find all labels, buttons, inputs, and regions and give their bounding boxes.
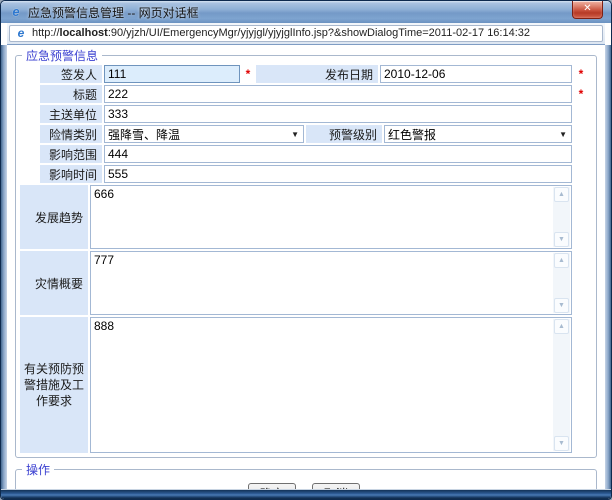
field-row-category-level: 险情类别 强降雪、降温 ▼ 预警级别 红色警报 ▼ xyxy=(20,125,588,143)
textarea-scrollbar[interactable]: ▲ ▼ xyxy=(553,319,570,451)
ok-button[interactable]: 确定 xyxy=(248,483,296,489)
url-text: http://localhost:90/yjzh/UI/EmergencyMgr… xyxy=(32,27,530,39)
address-bar: e http://localhost:90/yjzh/UI/EmergencyM… xyxy=(7,23,605,45)
field-row-disaster-summary: 灾情概要 777 ▲ ▼ xyxy=(20,251,588,315)
field-row-issuer-date: 签发人 * 发布日期 * xyxy=(20,65,588,83)
main-recipient-label: 主送单位 xyxy=(40,105,102,123)
scroll-up-icon[interactable]: ▲ xyxy=(554,253,569,268)
field-row-impact-scope: 影响范围 xyxy=(20,145,588,163)
scroll-up-icon[interactable]: ▲ xyxy=(554,319,569,334)
publish-date-label: 发布日期 xyxy=(256,65,378,83)
prevention-measures-value: 888 xyxy=(94,319,551,451)
warning-level-value: 红色警报 xyxy=(388,126,436,143)
impact-time-label: 影响时间 xyxy=(40,165,102,183)
actions-fieldset: 操作 确定 取消 xyxy=(15,461,597,489)
impact-scope-input[interactable] xyxy=(104,145,572,163)
title-input[interactable] xyxy=(104,85,572,103)
title-required-marker: * xyxy=(574,85,588,103)
prevention-measures-label: 有关预防预警措施及工作要求 xyxy=(20,317,88,453)
prevention-measures-textarea[interactable]: 888 ▲ ▼ xyxy=(90,317,572,453)
field-row-title: 标题 * xyxy=(20,85,588,103)
window-frame: 应急预警信息 签发人 * 发布日期 * 标题 xyxy=(1,45,611,489)
field-row-development-trend: 发展趋势 666 ▲ ▼ xyxy=(20,185,588,249)
disaster-summary-label: 灾情概要 xyxy=(20,251,88,315)
scroll-down-icon[interactable]: ▼ xyxy=(554,298,569,313)
warning-level-label: 预警级别 xyxy=(306,125,382,143)
actions-legend: 操作 xyxy=(22,461,54,478)
danger-category-label: 险情类别 xyxy=(40,125,102,143)
publish-date-input[interactable] xyxy=(380,65,572,83)
publish-date-required-marker: * xyxy=(574,65,588,83)
field-row-impact-time: 影响时间 xyxy=(20,165,588,183)
chevron-down-icon: ▼ xyxy=(291,126,299,142)
scroll-up-icon[interactable]: ▲ xyxy=(554,187,569,202)
ie-icon: e xyxy=(14,26,28,40)
field-row-prevention-measures: 有关预防预警措施及工作要求 888 ▲ ▼ xyxy=(20,317,588,453)
impact-scope-label: 影响范围 xyxy=(40,145,102,163)
title-bar: e 应急预警信息管理 -- 网页对话框 ✕ xyxy=(1,1,611,23)
textarea-scrollbar[interactable]: ▲ ▼ xyxy=(553,187,570,247)
close-button[interactable]: ✕ xyxy=(572,1,603,19)
disaster-summary-value: 777 xyxy=(94,253,551,313)
ie-icon: e xyxy=(9,5,23,19)
development-trend-value: 666 xyxy=(94,187,551,247)
issuer-required-marker: * xyxy=(242,65,254,83)
warning-info-legend: 应急预警信息 xyxy=(22,47,102,64)
danger-category-select[interactable]: 强降雪、降温 ▼ xyxy=(104,125,304,143)
window-bottom-border xyxy=(1,489,611,499)
url-prefix: http:// xyxy=(32,27,60,39)
address-box: e http://localhost:90/yjzh/UI/EmergencyM… xyxy=(9,25,603,42)
issuer-label: 签发人 xyxy=(40,65,102,83)
main-recipient-input[interactable] xyxy=(104,105,572,123)
development-trend-label: 发展趋势 xyxy=(20,185,88,249)
disaster-summary-textarea[interactable]: 777 ▲ ▼ xyxy=(90,251,572,315)
cancel-button[interactable]: 取消 xyxy=(312,483,360,489)
url-host: localhost xyxy=(60,27,108,39)
warning-info-fieldset: 应急预警信息 签发人 * 发布日期 * 标题 xyxy=(15,47,597,458)
impact-time-input[interactable] xyxy=(104,165,572,183)
url-rest: :90/yjzh/UI/EmergencyMgr/yjyjgl/yjyjglIn… xyxy=(108,27,530,39)
dialog-window: e 应急预警信息管理 -- 网页对话框 ✕ e http://localhost… xyxy=(0,0,612,500)
scroll-down-icon[interactable]: ▼ xyxy=(554,232,569,247)
chevron-down-icon: ▼ xyxy=(559,126,567,142)
issuer-input[interactable] xyxy=(104,65,240,83)
window-title: 应急预警信息管理 -- 网页对话框 xyxy=(28,4,199,21)
page-content: 应急预警信息 签发人 * 发布日期 * 标题 xyxy=(7,45,605,489)
scroll-down-icon[interactable]: ▼ xyxy=(554,436,569,451)
field-row-main-recipient: 主送单位 xyxy=(20,105,588,123)
warning-level-select[interactable]: 红色警报 ▼ xyxy=(384,125,572,143)
textarea-scrollbar[interactable]: ▲ ▼ xyxy=(553,253,570,313)
development-trend-textarea[interactable]: 666 ▲ ▼ xyxy=(90,185,572,249)
danger-category-value: 强降雪、降温 xyxy=(108,126,180,143)
title-label: 标题 xyxy=(40,85,102,103)
